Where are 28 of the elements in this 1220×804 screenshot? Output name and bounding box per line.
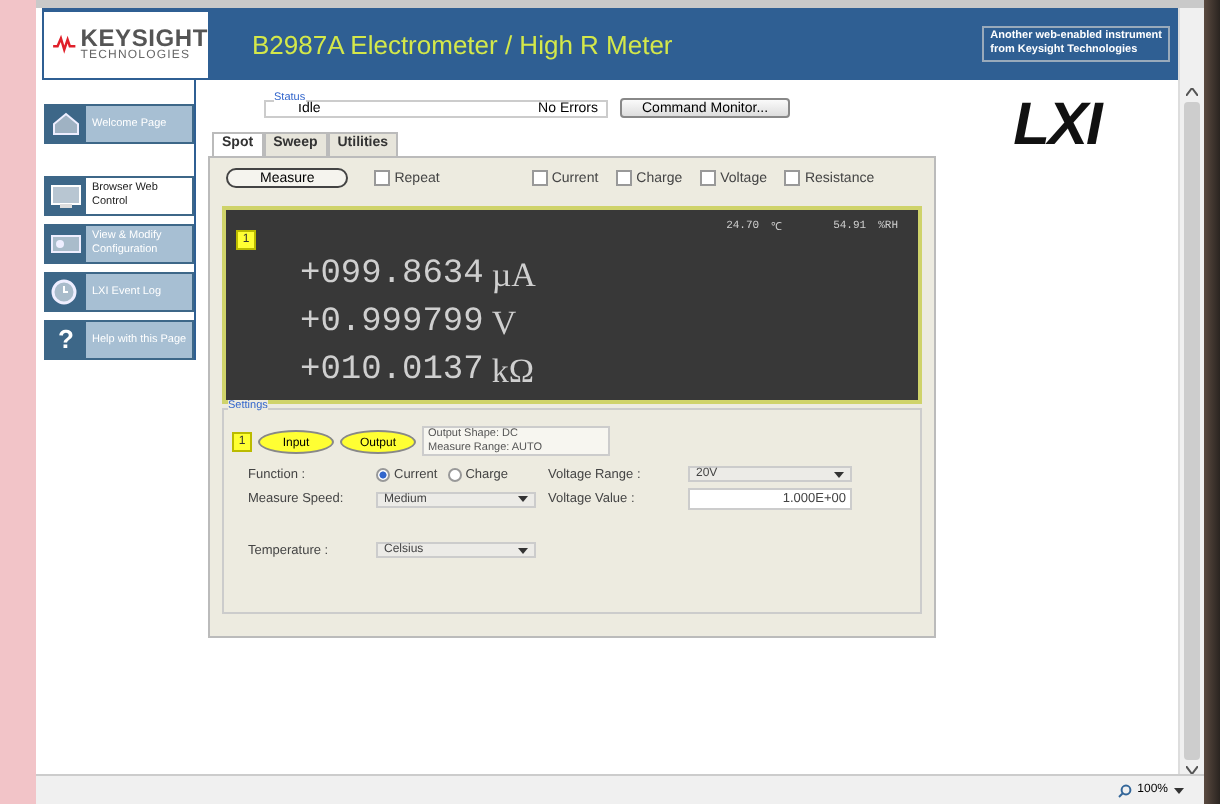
checkbox[interactable]	[700, 170, 717, 186]
house-icon	[50, 112, 82, 136]
brand-name: KEYSIGHT	[80, 26, 208, 50]
reading-value: +099.8634	[300, 254, 484, 298]
reading-unit: µA	[491, 254, 536, 298]
checkbox[interactable]	[531, 170, 548, 186]
caret-icon	[834, 471, 844, 478]
caret-icon	[518, 547, 528, 554]
clock-icon	[50, 278, 82, 306]
checkbox[interactable]	[784, 170, 801, 186]
lxi-logo: LXI	[1013, 92, 1101, 160]
scroll-up-icon[interactable]	[1186, 88, 1198, 96]
panel-icon	[50, 232, 82, 256]
reading-value: +0.999799	[300, 302, 484, 346]
wave-logo-icon	[52, 30, 77, 58]
checkbox[interactable]	[616, 170, 633, 186]
monitor-icon	[50, 184, 82, 208]
scrollbar[interactable]	[1178, 8, 1204, 774]
checkbox[interactable]	[374, 170, 391, 186]
page-title: B2987A Electrometer / High R Meter	[252, 29, 675, 59]
reading-value: +010.0137	[300, 350, 484, 394]
help-icon: ?	[58, 326, 74, 354]
zoom-icon	[1117, 783, 1132, 797]
caret-icon	[1174, 787, 1184, 793]
reading-unit: kΩ	[491, 350, 534, 394]
reading-unit: V	[491, 302, 517, 346]
scroll-down-icon[interactable]	[1186, 766, 1198, 774]
caret-icon	[518, 496, 528, 503]
